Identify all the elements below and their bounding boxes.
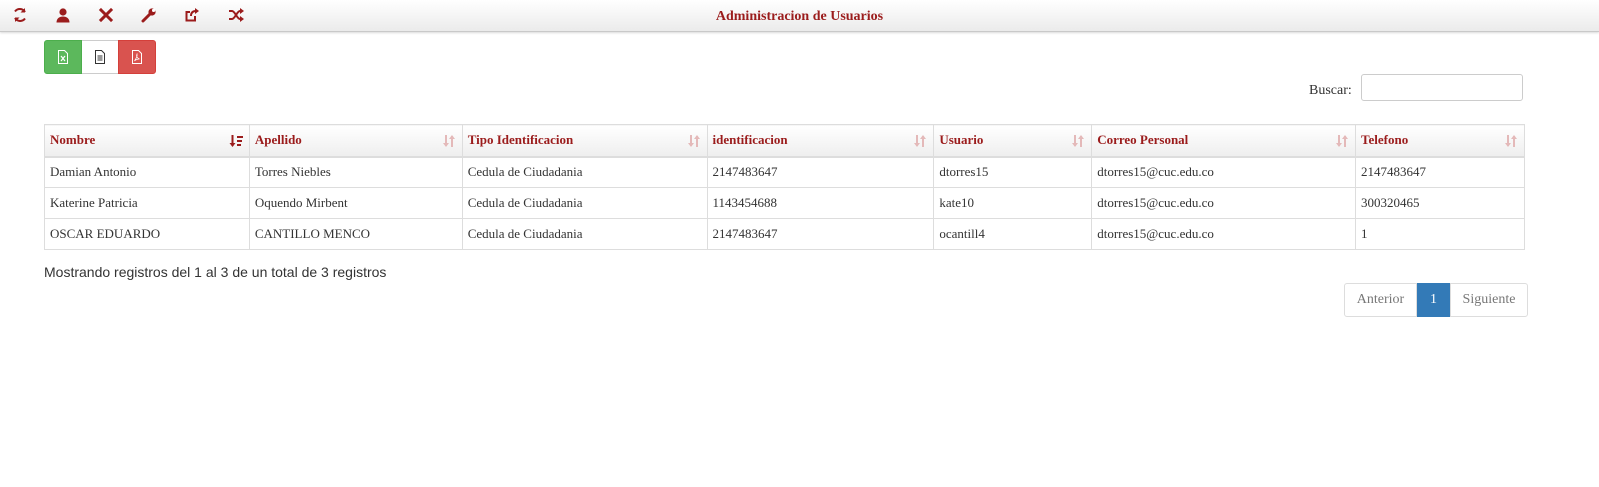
cell-nombre: Damian Antonio (44, 156, 250, 188)
sort-icon (1071, 133, 1085, 149)
cell-correo-personal: dtorres15@cuc.edu.co (1091, 156, 1357, 188)
cell-telefono: 2147483647 (1355, 156, 1525, 188)
users-table: Nombre Apellido Tipo Identificacion iden… (44, 124, 1525, 250)
column-header-telefono[interactable]: Telefono (1355, 124, 1525, 158)
pdf-icon (130, 50, 144, 64)
table-row: Damian Antonio Torres Niebles Cedula de … (44, 156, 1525, 188)
cell-identificacion: 1143454688 (706, 187, 935, 219)
cell-tipo-identificacion: Cedula de Ciudadania (461, 218, 708, 250)
excel-icon (56, 50, 70, 64)
cell-usuario: ocantill4 (933, 218, 1093, 250)
pagination: Anterior 1 Siguiente (1344, 283, 1528, 317)
cell-nombre: OSCAR EDUARDO (44, 218, 250, 250)
search-label: Buscar: (1309, 83, 1352, 98)
csv-icon (93, 50, 107, 64)
column-header-identificacion[interactable]: identificacion (706, 124, 935, 158)
cell-tipo-identificacion: Cedula de Ciudadania (461, 187, 708, 219)
export-button-group (44, 40, 156, 74)
previous-page-button[interactable]: Anterior (1344, 283, 1417, 317)
column-header-correo-personal[interactable]: Correo Personal (1091, 124, 1357, 158)
cell-apellido: Oquendo Mirbent (248, 187, 463, 219)
sort-icon (1504, 133, 1518, 149)
export-csv-button[interactable] (82, 40, 118, 74)
cell-correo-personal: dtorres15@cuc.edu.co (1091, 187, 1357, 219)
export-excel-button[interactable] (44, 40, 82, 74)
next-page-button[interactable]: Siguiente (1450, 283, 1528, 317)
cell-correo-personal: dtorres15@cuc.edu.co (1091, 218, 1357, 250)
cell-apellido: Torres Niebles (248, 156, 463, 188)
column-header-apellido[interactable]: Apellido (248, 124, 463, 158)
cell-usuario: dtorres15 (933, 156, 1093, 188)
top-toolbar: Administracion de Usuarios (0, 0, 1599, 32)
page-1-button[interactable]: 1 (1417, 283, 1450, 317)
sort-asc-icon (229, 133, 243, 149)
column-header-usuario[interactable]: Usuario (933, 124, 1093, 158)
cell-tipo-identificacion: Cedula de Ciudadania (461, 156, 708, 188)
sort-icon (687, 133, 701, 149)
cell-identificacion: 2147483647 (706, 218, 935, 250)
export-pdf-button[interactable] (118, 40, 156, 74)
table-row: OSCAR EDUARDO CANTILLO MENCO Cedula de C… (44, 218, 1525, 250)
page-title: Administracion de Usuarios (715, 9, 884, 24)
table-header-row: Nombre Apellido Tipo Identificacion iden… (44, 124, 1525, 158)
sort-icon (1335, 133, 1349, 149)
search-input[interactable] (1361, 74, 1523, 101)
cell-identificacion: 2147483647 (706, 156, 935, 188)
table-info: Mostrando registros del 1 al 3 de un tot… (44, 264, 387, 280)
cell-telefono: 1 (1355, 218, 1525, 250)
column-header-nombre[interactable]: Nombre (44, 124, 250, 158)
sort-icon (442, 133, 456, 149)
cell-nombre: Katerine Patricia (44, 187, 250, 219)
cell-usuario: kate10 (933, 187, 1093, 219)
column-header-tipo-identificacion[interactable]: Tipo Identificacion (461, 124, 708, 158)
cell-apellido: CANTILLO MENCO (248, 218, 463, 250)
sort-icon (913, 133, 927, 149)
cell-telefono: 300320465 (1355, 187, 1525, 219)
table-row: Katerine Patricia Oquendo Mirbent Cedula… (44, 187, 1525, 219)
